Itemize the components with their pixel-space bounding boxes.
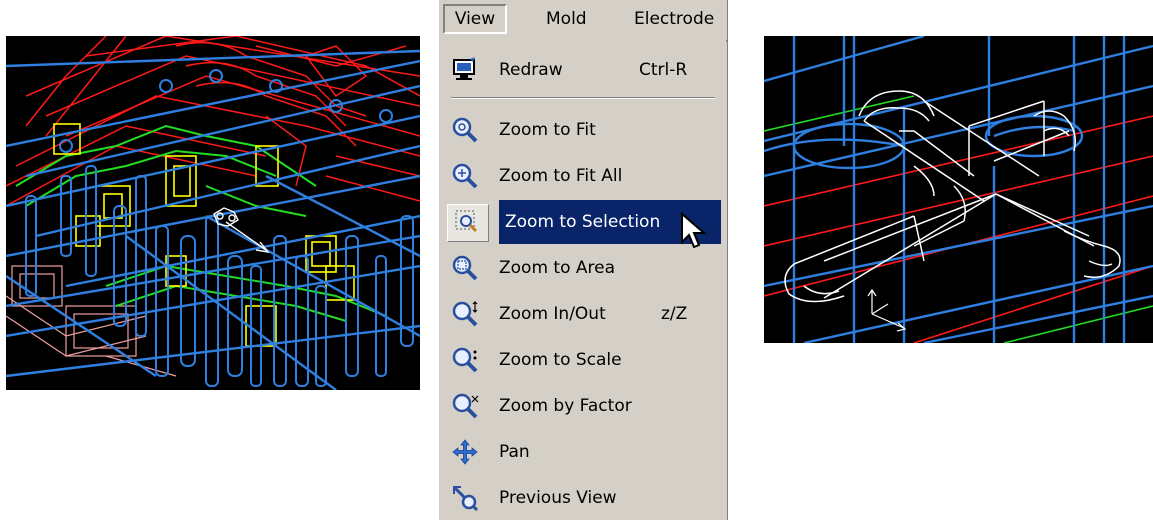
menu-item-zoom-by-factor[interactable]: Zoom by Factor xyxy=(443,384,721,428)
zoom-fit-all-icon xyxy=(451,162,479,190)
menu-item-label: Zoom to Fit All xyxy=(499,166,623,186)
menu-item-label: Previous View xyxy=(499,488,617,508)
wireframe-model-zoomed xyxy=(764,36,1153,343)
menubar-item-label: Electrode xyxy=(634,9,715,29)
menu-item-label: Redraw xyxy=(499,60,563,80)
menubar-item-label: Mold xyxy=(546,9,587,29)
cad-viewport-before[interactable] xyxy=(6,36,420,390)
redraw-icon xyxy=(451,56,479,84)
menu-item-previous-view[interactable]: Previous View xyxy=(443,476,721,520)
menu-item-shortcut: z/Z xyxy=(661,304,688,324)
zoom-scale-icon xyxy=(451,346,479,374)
menu-item-label: Zoom In/Out xyxy=(499,304,606,324)
zoom-fit-icon xyxy=(451,116,479,144)
menu-item-shortcut: Ctrl-R xyxy=(639,60,688,80)
menu-item-zoom-to-scale[interactable]: Zoom to Scale xyxy=(443,338,721,382)
menu-item-zoom-to-fit-all[interactable]: Zoom to Fit All xyxy=(443,154,721,198)
menu-item-label: Zoom to Fit xyxy=(499,120,596,140)
zoom-selection-icon xyxy=(447,204,489,242)
zoom-in-out-icon xyxy=(451,300,479,328)
menu-item-label: Zoom to Area xyxy=(499,258,616,278)
cad-viewport-after[interactable] xyxy=(764,36,1153,343)
menu-item-zoom-to-fit[interactable]: Zoom to Fit xyxy=(443,108,721,152)
menu-separator xyxy=(451,97,715,99)
menubar-item-view[interactable]: View xyxy=(443,4,507,34)
menu-item-pan[interactable]: Pan xyxy=(443,430,721,474)
menubar-item-mold[interactable]: Mold xyxy=(534,4,599,34)
pan-icon xyxy=(451,438,479,466)
zoom-area-icon xyxy=(451,254,479,282)
menu-item-redraw[interactable]: Redraw Ctrl-R xyxy=(443,48,721,92)
menu-item-zoom-to-area[interactable]: Zoom to Area xyxy=(443,246,721,290)
menu-item-label: Pan xyxy=(499,442,530,462)
menu-item-zoom-in-out[interactable]: Zoom In/Out z/Z xyxy=(443,292,721,336)
menubar: View Mold Electrode xyxy=(439,0,727,40)
zoom-factor-icon xyxy=(451,392,479,420)
wireframe-model-full xyxy=(6,36,420,390)
mouse-pointer-icon xyxy=(680,211,712,252)
view-menu-panel: View Mold Electrode Redraw Ctrl-R Zoom t… xyxy=(438,0,728,520)
menu-item-label: Zoom by Factor xyxy=(499,396,632,416)
menubar-item-label: View xyxy=(454,9,496,29)
previous-view-icon xyxy=(451,484,479,512)
view-dropdown: Redraw Ctrl-R Zoom to Fit Zoom to Fit Al… xyxy=(439,42,727,520)
menu-item-label: Zoom to Scale xyxy=(499,350,622,370)
menubar-item-electrode[interactable]: Electrode xyxy=(622,4,726,34)
